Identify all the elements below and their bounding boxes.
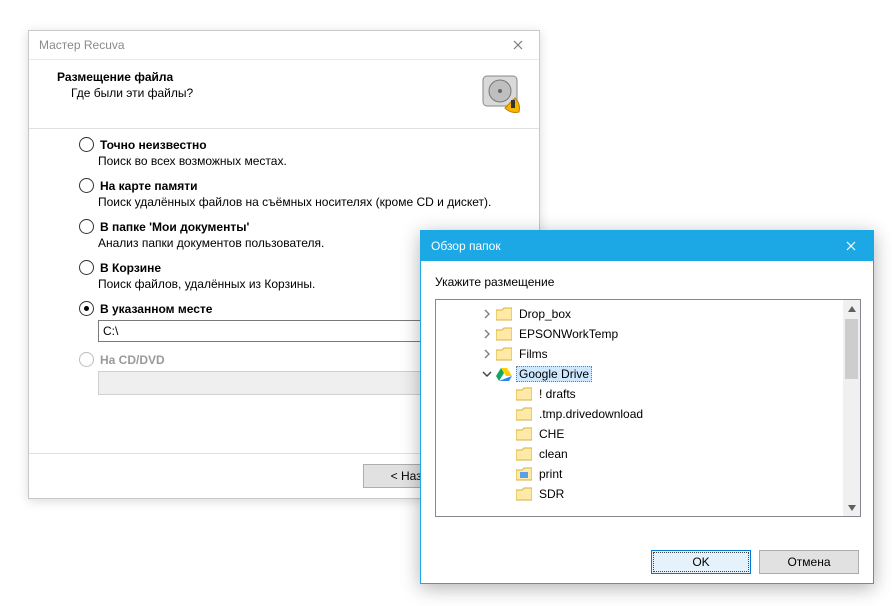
folder-icon	[496, 327, 512, 341]
ok-button[interactable]: OK	[651, 550, 751, 574]
folder-icon	[496, 307, 512, 321]
folder-icon	[516, 487, 532, 501]
tree-item[interactable]: .tmp.drivedownload	[436, 404, 843, 424]
tree-item[interactable]: EPSONWorkTemp	[436, 324, 843, 344]
tree-item[interactable]: Films	[436, 344, 843, 364]
option-card: На карте памяти Поиск удалённых файлов н…	[79, 178, 511, 209]
browse-close-button[interactable]	[829, 231, 873, 261]
close-icon	[846, 241, 856, 251]
folder-tree-box: Drop_box EPSONWorkTemp Films Google Drive ! …	[435, 299, 861, 517]
tree-item-label: .tmp.drivedownload	[536, 406, 646, 422]
tree-item-label: Google Drive	[516, 366, 592, 382]
tree-item[interactable]: SDR	[436, 484, 843, 504]
tree-item-label: SDR	[536, 486, 567, 502]
label-documents[interactable]: В папке 'Мои документы'	[100, 220, 249, 234]
folder-icon	[516, 387, 532, 401]
chevron-right-icon[interactable]	[480, 307, 494, 321]
wizard-heading: Размещение файла	[57, 70, 477, 84]
chevron-right-icon[interactable]	[480, 327, 494, 341]
option-unknown: Точно неизвестно Поиск во всех возможных…	[79, 137, 511, 168]
radio-unknown[interactable]	[79, 137, 94, 152]
chevron-right-icon[interactable]	[480, 347, 494, 361]
scroll-thumb[interactable]	[845, 319, 858, 379]
tree-item-label: EPSONWorkTemp	[516, 326, 621, 342]
label-card[interactable]: На карте памяти	[100, 179, 197, 193]
folder-icon	[516, 447, 532, 461]
wizard-subheading: Где были эти файлы?	[57, 86, 477, 100]
folder-icon	[516, 407, 532, 421]
browse-titlebar[interactable]: Обзор папок	[421, 231, 873, 261]
radio-documents[interactable]	[79, 219, 94, 234]
scroll-track[interactable]	[843, 317, 860, 499]
tree-item[interactable]: Drop_box	[436, 304, 843, 324]
cddvd-dropdown-disabled	[98, 371, 472, 395]
browse-instruction: Укажите размещение	[421, 261, 873, 299]
hard-drive-icon	[477, 70, 525, 118]
wizard-close-button[interactable]	[503, 34, 533, 56]
radio-recycle[interactable]	[79, 260, 94, 275]
tree-item[interactable]: print	[436, 464, 843, 484]
tree-item-label: ! drafts	[536, 386, 579, 402]
folder-icon	[516, 427, 532, 441]
folder-icon	[516, 467, 532, 481]
desc-unknown: Поиск во всех возможных местах.	[98, 154, 511, 168]
cancel-button[interactable]: Отмена	[759, 550, 859, 574]
scroll-up-button[interactable]	[843, 300, 860, 317]
tree-item[interactable]: ! drafts	[436, 384, 843, 404]
radio-card[interactable]	[79, 178, 94, 193]
tree-scrollbar[interactable]	[843, 300, 860, 516]
tree-item[interactable]: Google Drive	[436, 364, 843, 384]
tree-item-label: print	[536, 466, 565, 482]
tree-item[interactable]: CHE	[436, 424, 843, 444]
desc-card: Поиск удалённых файлов на съёмных носите…	[98, 195, 511, 209]
radio-cddvd	[79, 352, 94, 367]
tree-item-label: Films	[516, 346, 551, 362]
label-specified[interactable]: В указанном месте	[100, 302, 212, 316]
close-icon	[513, 40, 523, 50]
chevron-down-icon[interactable]	[480, 367, 494, 381]
folder-tree[interactable]: Drop_box EPSONWorkTemp Films Google Drive ! …	[436, 300, 843, 516]
browse-footer: OK Отмена	[421, 541, 873, 583]
label-cddvd: На CD/DVD	[100, 353, 165, 367]
google-drive-icon	[496, 367, 512, 381]
tree-item-label: Drop_box	[516, 306, 574, 322]
label-unknown[interactable]: Точно неизвестно	[100, 138, 207, 152]
tree-item-label: CHE	[536, 426, 567, 442]
browse-folder-dialog: Обзор папок Укажите размещение Drop_box E…	[420, 230, 874, 584]
wizard-header: Размещение файла Где были эти файлы?	[29, 60, 539, 129]
tree-item-label: clean	[536, 446, 571, 462]
folder-icon	[496, 347, 512, 361]
wizard-title: Мастер Recuva	[39, 38, 503, 52]
wizard-titlebar[interactable]: Мастер Recuva	[29, 31, 539, 60]
tree-item[interactable]: clean	[436, 444, 843, 464]
radio-specified[interactable]	[79, 301, 94, 316]
browse-title: Обзор папок	[431, 239, 829, 253]
scroll-down-button[interactable]	[843, 499, 860, 516]
label-recycle[interactable]: В Корзине	[100, 261, 161, 275]
